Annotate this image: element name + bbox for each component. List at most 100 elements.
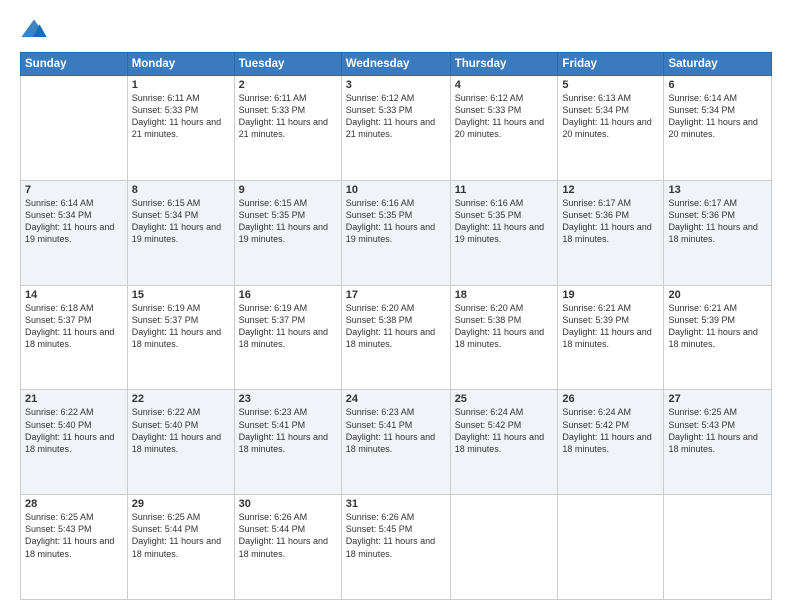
day-info: Sunrise: 6:16 AM Sunset: 5:35 PM Dayligh…	[346, 197, 446, 246]
day-info: Sunrise: 6:26 AM Sunset: 5:45 PM Dayligh…	[346, 511, 446, 560]
calendar-cell: 27Sunrise: 6:25 AM Sunset: 5:43 PM Dayli…	[664, 390, 772, 495]
page: SundayMondayTuesdayWednesdayThursdayFrid…	[0, 0, 792, 612]
day-number: 3	[346, 79, 446, 91]
calendar-cell: 19Sunrise: 6:21 AM Sunset: 5:39 PM Dayli…	[558, 285, 664, 390]
logo-icon	[20, 16, 48, 44]
day-number: 4	[455, 79, 554, 91]
calendar-week-row: 28Sunrise: 6:25 AM Sunset: 5:43 PM Dayli…	[21, 495, 772, 600]
day-of-week-header: Tuesday	[234, 53, 341, 76]
day-of-week-header: Monday	[127, 53, 234, 76]
calendar-cell: 11Sunrise: 6:16 AM Sunset: 5:35 PM Dayli…	[450, 180, 558, 285]
calendar-cell: 16Sunrise: 6:19 AM Sunset: 5:37 PM Dayli…	[234, 285, 341, 390]
day-info: Sunrise: 6:26 AM Sunset: 5:44 PM Dayligh…	[239, 511, 337, 560]
day-number: 6	[668, 79, 767, 91]
calendar-cell: 7Sunrise: 6:14 AM Sunset: 5:34 PM Daylig…	[21, 180, 128, 285]
day-info: Sunrise: 6:14 AM Sunset: 5:34 PM Dayligh…	[25, 197, 123, 246]
calendar-cell: 23Sunrise: 6:23 AM Sunset: 5:41 PM Dayli…	[234, 390, 341, 495]
day-number: 14	[25, 289, 123, 301]
day-info: Sunrise: 6:15 AM Sunset: 5:34 PM Dayligh…	[132, 197, 230, 246]
day-info: Sunrise: 6:11 AM Sunset: 5:33 PM Dayligh…	[132, 92, 230, 141]
day-number: 7	[25, 184, 123, 196]
day-of-week-header: Saturday	[664, 53, 772, 76]
day-info: Sunrise: 6:20 AM Sunset: 5:38 PM Dayligh…	[346, 302, 446, 351]
day-number: 31	[346, 498, 446, 510]
calendar-cell: 15Sunrise: 6:19 AM Sunset: 5:37 PM Dayli…	[127, 285, 234, 390]
calendar-cell: 9Sunrise: 6:15 AM Sunset: 5:35 PM Daylig…	[234, 180, 341, 285]
calendar-cell: 3Sunrise: 6:12 AM Sunset: 5:33 PM Daylig…	[341, 76, 450, 181]
day-info: Sunrise: 6:25 AM Sunset: 5:43 PM Dayligh…	[25, 511, 123, 560]
day-number: 16	[239, 289, 337, 301]
day-info: Sunrise: 6:25 AM Sunset: 5:44 PM Dayligh…	[132, 511, 230, 560]
day-number: 29	[132, 498, 230, 510]
day-number: 11	[455, 184, 554, 196]
calendar-cell	[664, 495, 772, 600]
day-number: 5	[562, 79, 659, 91]
calendar-cell: 30Sunrise: 6:26 AM Sunset: 5:44 PM Dayli…	[234, 495, 341, 600]
calendar-cell: 29Sunrise: 6:25 AM Sunset: 5:44 PM Dayli…	[127, 495, 234, 600]
calendar-cell: 13Sunrise: 6:17 AM Sunset: 5:36 PM Dayli…	[664, 180, 772, 285]
day-info: Sunrise: 6:12 AM Sunset: 5:33 PM Dayligh…	[346, 92, 446, 141]
calendar-cell: 5Sunrise: 6:13 AM Sunset: 5:34 PM Daylig…	[558, 76, 664, 181]
calendar-cell: 12Sunrise: 6:17 AM Sunset: 5:36 PM Dayli…	[558, 180, 664, 285]
day-number: 30	[239, 498, 337, 510]
day-of-week-header: Sunday	[21, 53, 128, 76]
day-info: Sunrise: 6:25 AM Sunset: 5:43 PM Dayligh…	[668, 406, 767, 455]
day-number: 13	[668, 184, 767, 196]
calendar-week-row: 1Sunrise: 6:11 AM Sunset: 5:33 PM Daylig…	[21, 76, 772, 181]
day-info: Sunrise: 6:17 AM Sunset: 5:36 PM Dayligh…	[668, 197, 767, 246]
calendar-week-row: 7Sunrise: 6:14 AM Sunset: 5:34 PM Daylig…	[21, 180, 772, 285]
calendar-week-row: 21Sunrise: 6:22 AM Sunset: 5:40 PM Dayli…	[21, 390, 772, 495]
day-number: 26	[562, 393, 659, 405]
day-of-week-header: Wednesday	[341, 53, 450, 76]
calendar-cell: 18Sunrise: 6:20 AM Sunset: 5:38 PM Dayli…	[450, 285, 558, 390]
day-number: 19	[562, 289, 659, 301]
calendar-cell: 4Sunrise: 6:12 AM Sunset: 5:33 PM Daylig…	[450, 76, 558, 181]
day-info: Sunrise: 6:24 AM Sunset: 5:42 PM Dayligh…	[455, 406, 554, 455]
calendar-week-row: 14Sunrise: 6:18 AM Sunset: 5:37 PM Dayli…	[21, 285, 772, 390]
day-info: Sunrise: 6:17 AM Sunset: 5:36 PM Dayligh…	[562, 197, 659, 246]
calendar-cell: 31Sunrise: 6:26 AM Sunset: 5:45 PM Dayli…	[341, 495, 450, 600]
day-info: Sunrise: 6:14 AM Sunset: 5:34 PM Dayligh…	[668, 92, 767, 141]
calendar-cell	[21, 76, 128, 181]
day-number: 22	[132, 393, 230, 405]
day-info: Sunrise: 6:22 AM Sunset: 5:40 PM Dayligh…	[132, 406, 230, 455]
calendar-cell: 21Sunrise: 6:22 AM Sunset: 5:40 PM Dayli…	[21, 390, 128, 495]
day-info: Sunrise: 6:18 AM Sunset: 5:37 PM Dayligh…	[25, 302, 123, 351]
day-info: Sunrise: 6:23 AM Sunset: 5:41 PM Dayligh…	[346, 406, 446, 455]
day-number: 17	[346, 289, 446, 301]
calendar-cell	[558, 495, 664, 600]
day-number: 25	[455, 393, 554, 405]
calendar-cell: 8Sunrise: 6:15 AM Sunset: 5:34 PM Daylig…	[127, 180, 234, 285]
day-number: 20	[668, 289, 767, 301]
day-info: Sunrise: 6:21 AM Sunset: 5:39 PM Dayligh…	[562, 302, 659, 351]
calendar-cell: 1Sunrise: 6:11 AM Sunset: 5:33 PM Daylig…	[127, 76, 234, 181]
day-info: Sunrise: 6:11 AM Sunset: 5:33 PM Dayligh…	[239, 92, 337, 141]
day-info: Sunrise: 6:23 AM Sunset: 5:41 PM Dayligh…	[239, 406, 337, 455]
header	[20, 16, 772, 44]
day-number: 10	[346, 184, 446, 196]
day-number: 2	[239, 79, 337, 91]
day-number: 8	[132, 184, 230, 196]
day-info: Sunrise: 6:19 AM Sunset: 5:37 PM Dayligh…	[239, 302, 337, 351]
day-info: Sunrise: 6:21 AM Sunset: 5:39 PM Dayligh…	[668, 302, 767, 351]
calendar-cell: 22Sunrise: 6:22 AM Sunset: 5:40 PM Dayli…	[127, 390, 234, 495]
day-number: 12	[562, 184, 659, 196]
day-number: 24	[346, 393, 446, 405]
calendar-cell: 28Sunrise: 6:25 AM Sunset: 5:43 PM Dayli…	[21, 495, 128, 600]
day-number: 27	[668, 393, 767, 405]
calendar-cell: 25Sunrise: 6:24 AM Sunset: 5:42 PM Dayli…	[450, 390, 558, 495]
day-number: 1	[132, 79, 230, 91]
calendar-cell: 24Sunrise: 6:23 AM Sunset: 5:41 PM Dayli…	[341, 390, 450, 495]
day-info: Sunrise: 6:22 AM Sunset: 5:40 PM Dayligh…	[25, 406, 123, 455]
logo	[20, 16, 52, 44]
day-number: 28	[25, 498, 123, 510]
calendar-cell: 26Sunrise: 6:24 AM Sunset: 5:42 PM Dayli…	[558, 390, 664, 495]
day-info: Sunrise: 6:13 AM Sunset: 5:34 PM Dayligh…	[562, 92, 659, 141]
calendar-cell: 6Sunrise: 6:14 AM Sunset: 5:34 PM Daylig…	[664, 76, 772, 181]
day-info: Sunrise: 6:24 AM Sunset: 5:42 PM Dayligh…	[562, 406, 659, 455]
day-info: Sunrise: 6:15 AM Sunset: 5:35 PM Dayligh…	[239, 197, 337, 246]
day-number: 18	[455, 289, 554, 301]
day-number: 9	[239, 184, 337, 196]
calendar-cell: 14Sunrise: 6:18 AM Sunset: 5:37 PM Dayli…	[21, 285, 128, 390]
calendar-cell: 2Sunrise: 6:11 AM Sunset: 5:33 PM Daylig…	[234, 76, 341, 181]
